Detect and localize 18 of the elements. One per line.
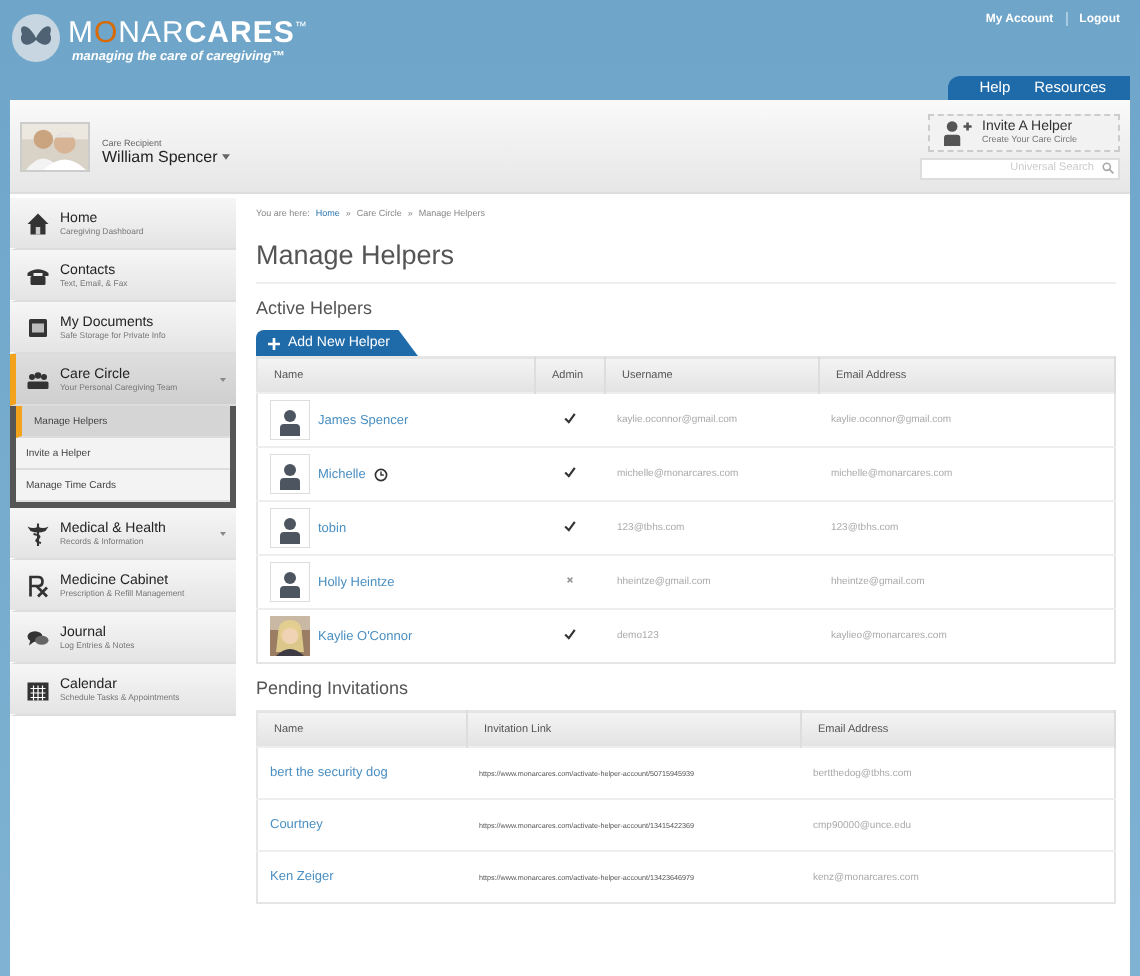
caduceus-icon <box>26 521 50 545</box>
recipient-dropdown[interactable]: William Spencer <box>102 148 230 166</box>
caret-icon <box>221 154 230 160</box>
rx-icon <box>26 573 50 597</box>
group-icon <box>26 367 50 391</box>
phone-icon <box>26 263 50 287</box>
home-icon <box>26 211 50 235</box>
section-heading: Pending Invitations <box>256 678 411 698</box>
chat-icon <box>26 625 50 649</box>
section-heading: Active Helpers <box>256 298 375 318</box>
calendar-icon <box>26 677 50 701</box>
plus-icon <box>268 337 280 349</box>
page-title: Manage Helpers <box>256 240 1116 284</box>
search-icon <box>1102 162 1114 174</box>
add-person-icon <box>942 119 972 145</box>
butterfly-logo-icon <box>12 14 60 62</box>
document-icon <box>26 315 50 339</box>
logo-wordmark: MONARCARES$^{™}$ <box>68 14 308 50</box>
